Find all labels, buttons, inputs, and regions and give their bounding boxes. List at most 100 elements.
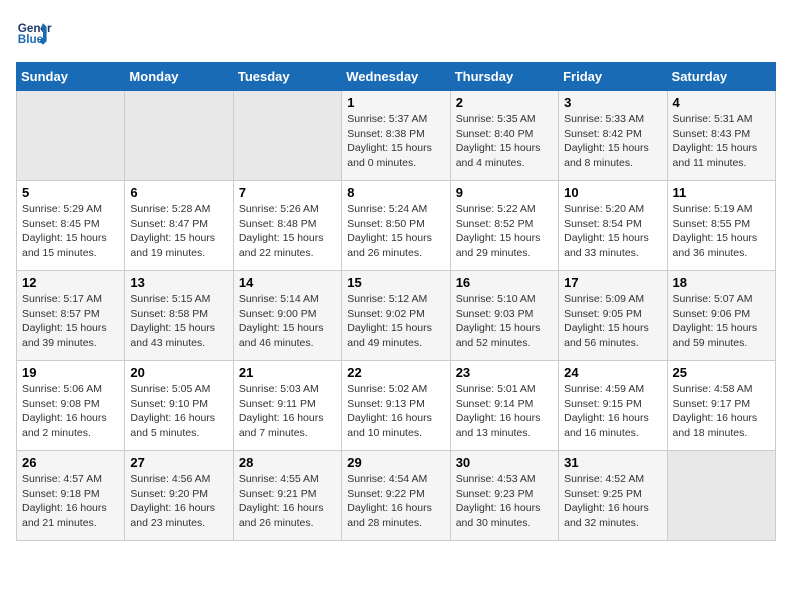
day-number: 10 xyxy=(564,185,661,200)
day-number: 19 xyxy=(22,365,119,380)
logo-icon: General Blue xyxy=(16,16,52,52)
day-number: 30 xyxy=(456,455,553,470)
day-number: 18 xyxy=(673,275,770,290)
calendar-table: SundayMondayTuesdayWednesdayThursdayFrid… xyxy=(16,62,776,541)
day-number: 3 xyxy=(564,95,661,110)
day-info: Sunrise: 5:35 AM Sunset: 8:40 PM Dayligh… xyxy=(456,112,553,171)
day-number: 23 xyxy=(456,365,553,380)
day-number: 12 xyxy=(22,275,119,290)
day-info: Sunrise: 5:29 AM Sunset: 8:45 PM Dayligh… xyxy=(22,202,119,261)
day-info: Sunrise: 4:55 AM Sunset: 9:21 PM Dayligh… xyxy=(239,472,336,531)
day-info: Sunrise: 5:07 AM Sunset: 9:06 PM Dayligh… xyxy=(673,292,770,351)
day-info: Sunrise: 5:19 AM Sunset: 8:55 PM Dayligh… xyxy=(673,202,770,261)
calendar-week-row: 19 Sunrise: 5:06 AM Sunset: 9:08 PM Dayli… xyxy=(17,361,776,451)
day-number: 22 xyxy=(347,365,444,380)
day-number: 13 xyxy=(130,275,227,290)
day-info: Sunrise: 4:57 AM Sunset: 9:18 PM Dayligh… xyxy=(22,472,119,531)
calendar-cell: 13 Sunrise: 5:15 AM Sunset: 8:58 PM Dayli… xyxy=(125,271,233,361)
calendar-cell: 4 Sunrise: 5:31 AM Sunset: 8:43 PM Daylig… xyxy=(667,91,775,181)
calendar-cell: 15 Sunrise: 5:12 AM Sunset: 9:02 PM Dayli… xyxy=(342,271,450,361)
day-info: Sunrise: 5:12 AM Sunset: 9:02 PM Dayligh… xyxy=(347,292,444,351)
calendar-cell: 3 Sunrise: 5:33 AM Sunset: 8:42 PM Daylig… xyxy=(559,91,667,181)
day-number: 6 xyxy=(130,185,227,200)
calendar-cell: 6 Sunrise: 5:28 AM Sunset: 8:47 PM Daylig… xyxy=(125,181,233,271)
svg-text:Blue: Blue xyxy=(18,33,44,46)
day-number: 7 xyxy=(239,185,336,200)
day-number: 16 xyxy=(456,275,553,290)
day-info: Sunrise: 5:06 AM Sunset: 9:08 PM Dayligh… xyxy=(22,382,119,441)
calendar-cell xyxy=(667,451,775,541)
day-info: Sunrise: 5:01 AM Sunset: 9:14 PM Dayligh… xyxy=(456,382,553,441)
day-number: 4 xyxy=(673,95,770,110)
weekday-header: Wednesday xyxy=(342,63,450,91)
calendar-cell: 18 Sunrise: 5:07 AM Sunset: 9:06 PM Dayli… xyxy=(667,271,775,361)
day-info: Sunrise: 5:31 AM Sunset: 8:43 PM Dayligh… xyxy=(673,112,770,171)
day-info: Sunrise: 4:58 AM Sunset: 9:17 PM Dayligh… xyxy=(673,382,770,441)
calendar-cell xyxy=(125,91,233,181)
day-info: Sunrise: 4:54 AM Sunset: 9:22 PM Dayligh… xyxy=(347,472,444,531)
day-info: Sunrise: 5:03 AM Sunset: 9:11 PM Dayligh… xyxy=(239,382,336,441)
day-info: Sunrise: 5:10 AM Sunset: 9:03 PM Dayligh… xyxy=(456,292,553,351)
calendar-cell: 7 Sunrise: 5:26 AM Sunset: 8:48 PM Daylig… xyxy=(233,181,341,271)
calendar-cell: 28 Sunrise: 4:55 AM Sunset: 9:21 PM Dayli… xyxy=(233,451,341,541)
weekday-header: Monday xyxy=(125,63,233,91)
day-number: 9 xyxy=(456,185,553,200)
calendar-cell: 29 Sunrise: 4:54 AM Sunset: 9:22 PM Dayli… xyxy=(342,451,450,541)
calendar-cell: 20Sunrise: 5:05 AM Sunset: 9:10 PM Dayli… xyxy=(125,361,233,451)
calendar-week-row: 5 Sunrise: 5:29 AM Sunset: 8:45 PM Daylig… xyxy=(17,181,776,271)
weekday-header: Sunday xyxy=(17,63,125,91)
calendar-cell: 23 Sunrise: 5:01 AM Sunset: 9:14 PM Dayli… xyxy=(450,361,558,451)
day-number: 24 xyxy=(564,365,661,380)
weekday-header: Thursday xyxy=(450,63,558,91)
calendar-cell: 9 Sunrise: 5:22 AM Sunset: 8:52 PM Daylig… xyxy=(450,181,558,271)
calendar-cell: 14 Sunrise: 5:14 AM Sunset: 9:00 PM Dayli… xyxy=(233,271,341,361)
day-number: 28 xyxy=(239,455,336,470)
calendar-cell: 27Sunrise: 4:56 AM Sunset: 9:20 PM Dayli… xyxy=(125,451,233,541)
day-info: Sunrise: 5:22 AM Sunset: 8:52 PM Dayligh… xyxy=(456,202,553,261)
calendar-week-row: 1 Sunrise: 5:37 AM Sunset: 8:38 PM Daylig… xyxy=(17,91,776,181)
day-number: 29 xyxy=(347,455,444,470)
day-info: Sunrise: 5:14 AM Sunset: 9:00 PM Dayligh… xyxy=(239,292,336,351)
day-number: 2 xyxy=(456,95,553,110)
day-number: 20 xyxy=(130,365,227,380)
calendar-header-row: SundayMondayTuesdayWednesdayThursdayFrid… xyxy=(17,63,776,91)
calendar-cell: 30 Sunrise: 4:53 AM Sunset: 9:23 PM Dayli… xyxy=(450,451,558,541)
calendar-cell: 21Sunrise: 5:03 AM Sunset: 9:11 PM Dayli… xyxy=(233,361,341,451)
day-number: 1 xyxy=(347,95,444,110)
day-number: 5 xyxy=(22,185,119,200)
calendar-cell xyxy=(17,91,125,181)
day-info: Sunrise: 4:52 AM Sunset: 9:25 PM Dayligh… xyxy=(564,472,661,531)
calendar-cell: 31 Sunrise: 4:52 AM Sunset: 9:25 PM Dayli… xyxy=(559,451,667,541)
day-number: 27 xyxy=(130,455,227,470)
day-info: Sunrise: 4:53 AM Sunset: 9:23 PM Dayligh… xyxy=(456,472,553,531)
day-info: Sunrise: 5:09 AM Sunset: 9:05 PM Dayligh… xyxy=(564,292,661,351)
day-number: 11 xyxy=(673,185,770,200)
calendar-cell: 24 Sunrise: 4:59 AM Sunset: 9:15 PM Dayli… xyxy=(559,361,667,451)
calendar-cell: 25 Sunrise: 4:58 AM Sunset: 9:17 PM Dayli… xyxy=(667,361,775,451)
day-info: Sunrise: 5:26 AM Sunset: 8:48 PM Dayligh… xyxy=(239,202,336,261)
day-info: Sunrise: 5:28 AM Sunset: 8:47 PM Dayligh… xyxy=(130,202,227,261)
calendar-cell: 22Sunrise: 5:02 AM Sunset: 9:13 PM Dayli… xyxy=(342,361,450,451)
day-info: Sunrise: 5:37 AM Sunset: 8:38 PM Dayligh… xyxy=(347,112,444,171)
calendar-cell: 19 Sunrise: 5:06 AM Sunset: 9:08 PM Dayli… xyxy=(17,361,125,451)
day-info: Sunrise: 5:33 AM Sunset: 8:42 PM Dayligh… xyxy=(564,112,661,171)
calendar-cell: 1 Sunrise: 5:37 AM Sunset: 8:38 PM Daylig… xyxy=(342,91,450,181)
day-number: 15 xyxy=(347,275,444,290)
weekday-header: Friday xyxy=(559,63,667,91)
day-info: Sunrise: 4:59 AM Sunset: 9:15 PM Dayligh… xyxy=(564,382,661,441)
calendar-cell: 12 Sunrise: 5:17 AM Sunset: 8:57 PM Dayli… xyxy=(17,271,125,361)
calendar-cell: 17 Sunrise: 5:09 AM Sunset: 9:05 PM Dayli… xyxy=(559,271,667,361)
day-number: 17 xyxy=(564,275,661,290)
day-number: 31 xyxy=(564,455,661,470)
calendar-cell: 26Sunrise: 4:57 AM Sunset: 9:18 PM Dayli… xyxy=(17,451,125,541)
calendar-cell: 8Sunrise: 5:24 AM Sunset: 8:50 PM Daylig… xyxy=(342,181,450,271)
day-info: Sunrise: 5:15 AM Sunset: 8:58 PM Dayligh… xyxy=(130,292,227,351)
calendar-cell: 11 Sunrise: 5:19 AM Sunset: 8:55 PM Dayli… xyxy=(667,181,775,271)
day-number: 14 xyxy=(239,275,336,290)
day-number: 25 xyxy=(673,365,770,380)
calendar-cell: 16 Sunrise: 5:10 AM Sunset: 9:03 PM Dayli… xyxy=(450,271,558,361)
day-info: Sunrise: 5:17 AM Sunset: 8:57 PM Dayligh… xyxy=(22,292,119,351)
header: General Blue xyxy=(16,16,776,52)
weekday-header: Tuesday xyxy=(233,63,341,91)
calendar-cell: 2 Sunrise: 5:35 AM Sunset: 8:40 PM Daylig… xyxy=(450,91,558,181)
